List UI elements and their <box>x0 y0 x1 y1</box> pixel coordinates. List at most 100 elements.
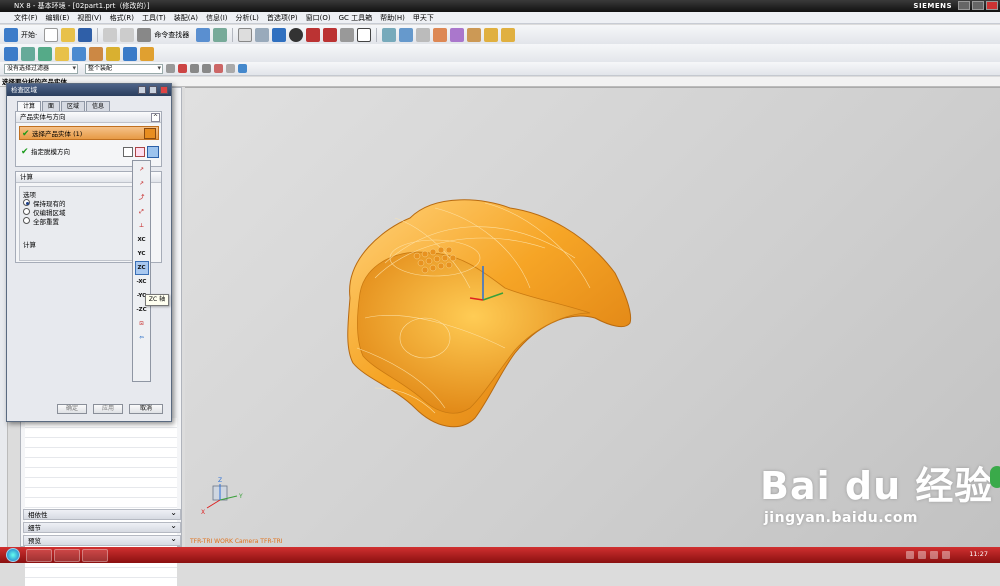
dialog-reset-icon[interactable] <box>138 86 146 94</box>
select-product-body-row[interactable]: ✔ 选择产品实体 (1) <box>19 126 159 140</box>
snap-point-icon[interactable] <box>178 64 187 73</box>
menu-preferences[interactable]: 首选项(P) <box>267 13 298 23</box>
taskbar-app-explorer[interactable] <box>54 548 80 562</box>
snap-icon[interactable] <box>450 27 465 42</box>
fit-view-icon[interactable] <box>238 27 253 42</box>
layout-icon[interactable] <box>72 46 86 61</box>
mold-cavity-icon[interactable] <box>21 46 35 61</box>
redo-icon[interactable] <box>120 27 135 42</box>
rotate-icon[interactable] <box>255 27 270 42</box>
apply-button[interactable]: 应用 <box>93 404 123 414</box>
new-file-icon[interactable] <box>44 27 59 42</box>
measure-icon[interactable] <box>433 27 448 42</box>
menu-view[interactable]: 视图(V) <box>77 13 101 23</box>
filter-reset-icon[interactable] <box>166 64 175 73</box>
menu-gc-toolkit[interactable]: GC 工具箱 <box>339 13 373 23</box>
snap-control-icon[interactable] <box>214 64 223 73</box>
menu-tools[interactable]: 工具(T) <box>142 13 166 23</box>
tab-info[interactable]: 信息 <box>86 101 111 111</box>
snap-mid-icon[interactable] <box>202 64 211 73</box>
parting-tools-icon[interactable] <box>89 46 103 61</box>
orient-cube-icon[interactable] <box>272 27 287 42</box>
menu-extra[interactable]: 甲天下 <box>413 13 434 23</box>
vector-dropdown-icon[interactable] <box>147 146 159 158</box>
binoculars-icon[interactable] <box>137 27 152 42</box>
cancel-button[interactable]: 取消 <box>129 404 163 414</box>
menu-help[interactable]: 帮助(H) <box>380 13 405 23</box>
minimize-button[interactable] <box>958 1 970 10</box>
curve-tangent-icon[interactable]: ⤴ <box>136 192 148 204</box>
type-filter-select[interactable]: 没有选择过滤器 <box>4 63 78 74</box>
menu-analysis[interactable]: 分析(L) <box>236 13 259 23</box>
wireframe-box-icon[interactable] <box>323 27 338 42</box>
wcs-icon[interactable] <box>399 27 414 42</box>
tray-network-icon[interactable] <box>906 551 914 559</box>
zc-axis-option[interactable]: ZC <box>134 261 149 275</box>
xc-axis-option[interactable]: XC <box>136 234 148 246</box>
draw-direction-row[interactable]: ✔ 指定脱模方向 <box>19 145 159 159</box>
radio-icon[interactable] <box>23 217 30 224</box>
details-panel[interactable]: 细节 <box>23 521 181 533</box>
render-style-icon[interactable] <box>289 27 304 42</box>
side-tab-button[interactable] <box>990 466 1000 488</box>
window-tile-icon[interactable] <box>416 27 431 42</box>
menu-assembly[interactable]: 装配(A) <box>174 13 198 23</box>
dialog-settings-icon[interactable] <box>149 86 157 94</box>
cut-icon[interactable] <box>196 27 211 42</box>
reverse-direction-icon[interactable] <box>123 147 133 157</box>
menu-edit[interactable]: 编辑(E) <box>46 13 70 23</box>
tab-face[interactable]: 面 <box>42 101 61 111</box>
option-reset-all[interactable]: 全部重置 <box>23 216 133 226</box>
tab-region[interactable]: 区域 <box>61 101 86 111</box>
tray-flag-icon[interactable] <box>930 551 938 559</box>
shaded-box-icon[interactable] <box>306 27 321 42</box>
mold-wizard-icon[interactable] <box>4 46 18 61</box>
neg-xc-axis-option[interactable]: -XC <box>136 276 148 288</box>
tray-ime-icon[interactable] <box>942 551 950 559</box>
taskbar-app-browser[interactable] <box>26 548 52 562</box>
start-button[interactable]: 开始· <box>21 30 37 40</box>
check-region-icon[interactable] <box>106 46 120 61</box>
background-icon[interactable] <box>357 27 372 42</box>
box-select-icon[interactable] <box>226 64 235 73</box>
close-button[interactable] <box>986 1 998 10</box>
maximize-button[interactable] <box>972 1 984 10</box>
start-icon[interactable] <box>4 27 18 42</box>
section-header-product[interactable]: 产品实体与方向 ^ <box>16 112 161 123</box>
scope-select[interactable]: 整个装配 <box>85 63 163 74</box>
menu-file[interactable]: 文件(F) <box>14 13 38 23</box>
save-icon[interactable] <box>78 27 93 42</box>
library-icon[interactable] <box>140 46 154 61</box>
dialog-close-icon[interactable] <box>160 86 168 94</box>
view-direction-icon[interactable]: ⊡ <box>136 318 148 330</box>
analysis-icon[interactable] <box>467 27 482 42</box>
radio-icon[interactable] <box>23 199 30 206</box>
open-folder-icon[interactable] <box>61 27 76 42</box>
back-arrow-icon[interactable]: ⇦ <box>136 332 148 344</box>
collapse-icon[interactable]: ^ <box>151 113 160 122</box>
two-points-icon[interactable]: ↗ <box>136 178 148 190</box>
menu-window[interactable]: 窗口(O) <box>306 13 331 23</box>
plane-normal-icon[interactable]: ⊥ <box>136 220 148 232</box>
section-icon[interactable] <box>340 27 355 42</box>
inferred-vector-icon[interactable]: ↗ <box>136 164 148 176</box>
menu-format[interactable]: 格式(R) <box>110 13 134 23</box>
mold-tools-icon[interactable] <box>123 46 137 61</box>
taskbar-app-nx[interactable] <box>82 548 108 562</box>
dependencies-panel[interactable]: 相依性 <box>23 508 181 520</box>
tab-calculate[interactable]: 计算 <box>17 101 42 111</box>
ruler-icon[interactable] <box>484 27 499 42</box>
start-orb-icon[interactable] <box>6 548 20 562</box>
radio-icon[interactable] <box>23 208 30 215</box>
view-select-icon[interactable] <box>238 64 247 73</box>
vector-dialog-icon[interactable] <box>135 147 145 157</box>
distance-icon[interactable] <box>501 27 516 42</box>
undo-icon[interactable] <box>103 27 118 42</box>
clock[interactable]: 11:27 <box>969 550 988 558</box>
preview-panel[interactable]: 预览 <box>23 534 181 546</box>
tray-volume-icon[interactable] <box>918 551 926 559</box>
layer-icon[interactable] <box>382 27 397 42</box>
command-finder-button[interactable]: 命令查找器 <box>154 30 189 40</box>
mold-csys-icon[interactable] <box>38 46 52 61</box>
snap-end-icon[interactable] <box>190 64 199 73</box>
